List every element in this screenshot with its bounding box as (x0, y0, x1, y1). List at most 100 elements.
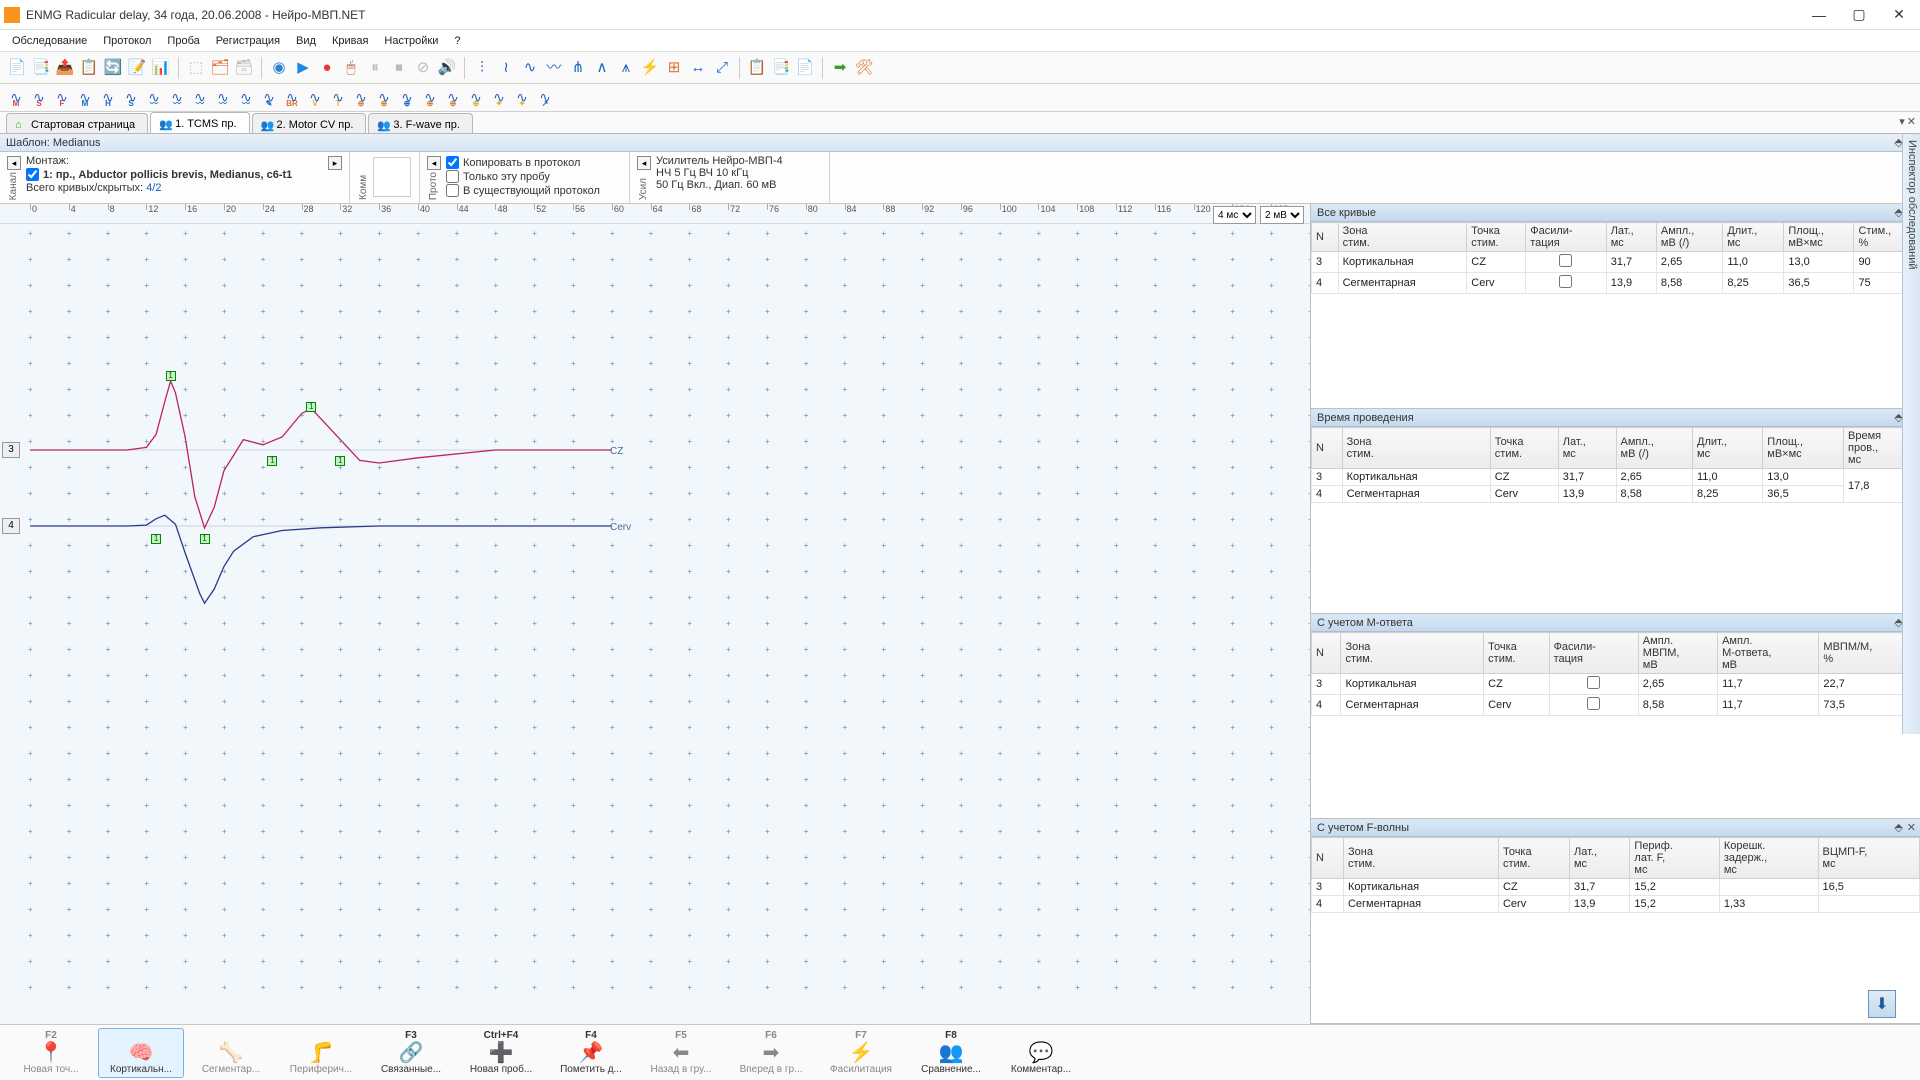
toolbar-btn-1[interactable]: 📑 (30, 57, 52, 79)
table-row[interactable]: 4СегментарнаяCerv8,5811,773,5 (1312, 695, 1920, 716)
fkey-F8[interactable]: F8👥Сравнение... (908, 1028, 994, 1078)
col-header[interactable]: Зонастим. (1338, 223, 1467, 252)
wavetoolbar-btn-18[interactable]: ⊕∿ (420, 89, 440, 107)
col-header[interactable]: Площ.,мВ×мс (1763, 428, 1844, 469)
menu-обследование[interactable]: Обследование (4, 32, 95, 50)
wavetoolbar-btn-0[interactable]: M∿ (6, 89, 26, 107)
wavetoolbar-btn-7[interactable]: 〰∿ (167, 89, 187, 107)
plot-marker[interactable]: 1 (335, 456, 345, 466)
table-row[interactable]: 3КортикальнаяCZ31,72,6511,013,090 (1312, 252, 1920, 273)
tab-1[interactable]: 👥1. TCMS пр. (150, 112, 249, 133)
toolbar-btn-38[interactable]: 🛠 (853, 57, 875, 79)
fkey-F3[interactable]: F3🔗Связанные... (368, 1028, 454, 1078)
fasil-checkbox[interactable] (1559, 275, 1572, 288)
wavetoolbar-btn-8[interactable]: 〰∿ (190, 89, 210, 107)
toolbar-btn-29[interactable]: ⊞ (663, 57, 685, 79)
toolbar-btn-27[interactable]: ⩚ (615, 57, 637, 79)
wavetoolbar-btn-4[interactable]: H∿ (98, 89, 118, 107)
toolbar-btn-21[interactable]: ⫶ (471, 57, 493, 79)
col-header[interactable]: Точкастим. (1498, 838, 1569, 879)
col-header[interactable]: Точкастим. (1490, 428, 1558, 469)
wavetoolbar-btn-1[interactable]: S∿ (29, 89, 49, 107)
col-header[interactable]: Периф.лат. F,мс (1630, 838, 1719, 879)
table-row[interactable]: 3КортикальнаяCZ31,715,216,5 (1312, 879, 1920, 896)
col-header[interactable]: Корешк.задерж.,мс (1719, 838, 1818, 879)
col-header[interactable]: Лат.,мс (1569, 838, 1629, 879)
plot-marker[interactable]: 1 (306, 402, 316, 412)
toolbar-btn-30[interactable]: ↔ (687, 57, 709, 79)
toolbar-btn-13[interactable]: ▶ (292, 57, 314, 79)
wavetoolbar-btn-16[interactable]: ⊕∿ (374, 89, 394, 107)
menu-кривая[interactable]: Кривая (324, 32, 376, 50)
channel-prev-icon[interactable]: ◂ (7, 156, 21, 170)
wavetoolbar-btn-19[interactable]: ⊕∿ (443, 89, 463, 107)
wavetoolbar-btn-20[interactable]: ⊕∿ (466, 89, 486, 107)
tab-2[interactable]: 👥2. Motor CV пр. (252, 113, 367, 133)
table-row[interactable]: 4СегментарнаяCerv13,98,588,2536,5 (1312, 486, 1920, 503)
plot-marker[interactable]: 1 (151, 534, 161, 544)
inspector-sidebar-tab[interactable]: Инспектор обследований (1902, 134, 1920, 734)
wavetoolbar-btn-6[interactable]: 〰∿ (144, 89, 164, 107)
wavetoolbar-btn-21[interactable]: ✦∿ (489, 89, 509, 107)
wavetoolbar-btn-3[interactable]: M∿ (75, 89, 95, 107)
wavetoolbar-btn-13[interactable]: V∿ (305, 89, 325, 107)
menu-вид[interactable]: Вид (288, 32, 324, 50)
plot-marker[interactable]: 1 (200, 534, 210, 544)
existing-protocol-checkbox[interactable] (446, 184, 459, 197)
toolbar-btn-10[interactable]: 🗃 (233, 57, 255, 79)
table-row[interactable]: 3КортикальнаяCZ31,72,6511,013,017,8 (1312, 469, 1920, 486)
col-header[interactable]: Ампл.М-ответа,мВ (1718, 633, 1819, 674)
maximize-button[interactable]: ▢ (1846, 5, 1872, 25)
time-scale-select[interactable]: 4 мс (1213, 206, 1256, 224)
fkey-F4[interactable]: F4📌Пометить д... (548, 1028, 634, 1078)
wavetoolbar-btn-12[interactable]: BR∿ (282, 89, 302, 107)
col-header[interactable]: Ампл.,мВ (/) (1656, 223, 1722, 252)
scroll-down-button[interactable]: ⬇ (1868, 990, 1896, 1018)
wavetoolbar-btn-17[interactable]: ⊕∿ (397, 89, 417, 107)
table-row[interactable]: 3КортикальнаяCZ2,6511,722,7 (1312, 674, 1920, 695)
col-header[interactable]: Зонастим. (1341, 633, 1484, 674)
tabbar-close-icon[interactable]: ✕ (1907, 115, 1916, 128)
tabbar-dropdown-icon[interactable]: ▾ (1899, 115, 1905, 128)
col-header[interactable]: Площ.,мВ×мс (1784, 223, 1854, 252)
toolbar-btn-19[interactable]: 🔊 (436, 57, 458, 79)
col-header[interactable]: N (1312, 428, 1343, 469)
toolbar-btn-2[interactable]: 📤 (54, 57, 76, 79)
menu-?[interactable]: ? (446, 32, 468, 50)
toolbar-btn-35[interactable]: 📄 (794, 57, 816, 79)
toolbar-btn-0[interactable]: 📄 (6, 57, 28, 79)
toolbar-btn-22[interactable]: ≀ (495, 57, 517, 79)
col-header[interactable]: Точкастим. (1467, 223, 1526, 252)
menu-регистрация[interactable]: Регистрация (208, 32, 288, 50)
toolbar-btn-18[interactable]: ⊘ (412, 57, 434, 79)
col-header[interactable]: Лат.,мс (1606, 223, 1656, 252)
col-header[interactable]: Зонастим. (1342, 428, 1490, 469)
col-header[interactable]: N (1312, 838, 1344, 879)
table-row[interactable]: 4СегментарнаяCerv13,98,588,2536,575 (1312, 273, 1920, 294)
only-probe-checkbox[interactable] (446, 170, 459, 183)
menu-проба[interactable]: Проба (159, 32, 207, 50)
toolbar-btn-34[interactable]: 📑 (770, 57, 792, 79)
col-header[interactable]: N (1312, 223, 1339, 252)
col-header[interactable]: Ампл.,мВ (/) (1616, 428, 1692, 469)
channel-next-icon[interactable]: ▸ (328, 156, 342, 170)
wavetoolbar-btn-2[interactable]: F∿ (52, 89, 72, 107)
montage-line-checkbox[interactable] (26, 168, 39, 181)
toolbar-btn-12[interactable]: ◉ (268, 57, 290, 79)
plot-panel[interactable]: 4 мс 2 мВ 048121620242832364044485256606… (0, 204, 1310, 1024)
plot-marker[interactable]: 1 (267, 456, 277, 466)
wavetoolbar-btn-11[interactable]: ✎∿ (259, 89, 279, 107)
minimize-button[interactable]: ― (1806, 5, 1832, 25)
fasil-checkbox[interactable] (1559, 254, 1572, 267)
fasil-checkbox[interactable] (1587, 697, 1600, 710)
fkey-1[interactable]: 🧠Кортикальн... (98, 1028, 184, 1078)
wavetoolbar-btn-23[interactable]: ↗∿ (535, 89, 555, 107)
toolbar-btn-15[interactable]: 🖱 (340, 57, 362, 79)
col-header[interactable]: Лат.,мс (1558, 428, 1616, 469)
wavetoolbar-btn-9[interactable]: 〰∿ (213, 89, 233, 107)
col-header[interactable]: Длит.,мс (1723, 223, 1784, 252)
toolbar-btn-5[interactable]: 📝 (126, 57, 148, 79)
copy-protocol-checkbox[interactable] (446, 156, 459, 169)
col-header[interactable]: Фасили-тация (1549, 633, 1638, 674)
toolbar-btn-37[interactable]: ➡ (829, 57, 851, 79)
